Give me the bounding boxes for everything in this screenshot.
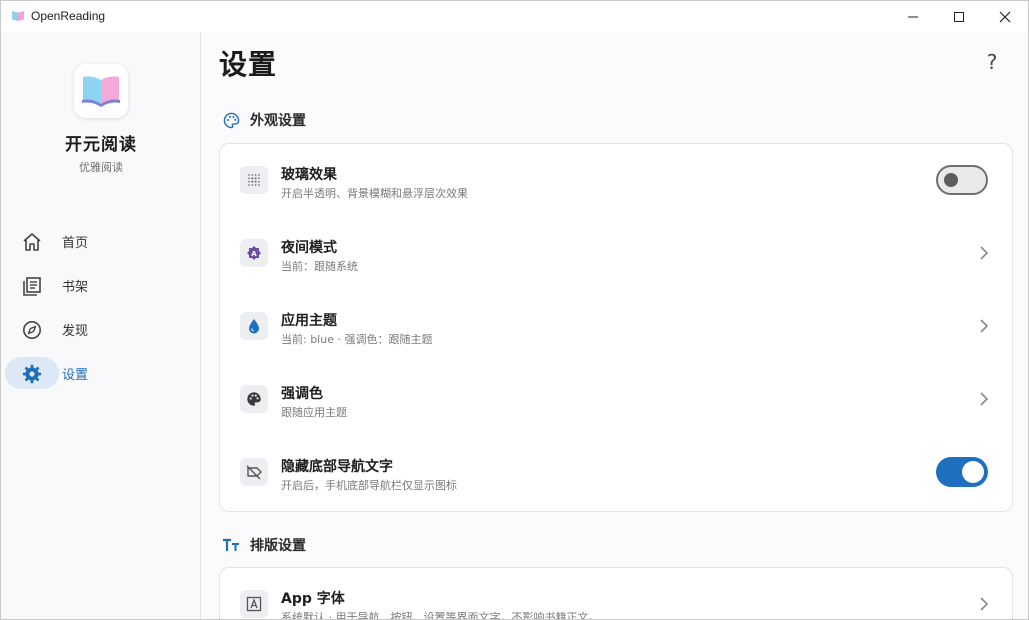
- close-icon: [999, 11, 1011, 22]
- sidebar-item-settings[interactable]: 设置: [1, 351, 201, 395]
- chevron-right-icon: [980, 392, 989, 406]
- typography-settings-card: App 字体 系统默认 · 用于导航、按钮、设置等界面文字，不影响书籍正文。: [219, 567, 1013, 620]
- section-appearance-header: 外观设置: [222, 109, 306, 131]
- bookshelf-icon: [21, 275, 43, 297]
- window-title: OpenReading: [31, 9, 106, 23]
- chevron-right-icon: [980, 319, 989, 333]
- chevron-right-icon: [980, 597, 989, 611]
- section-title: 外观设置: [250, 113, 306, 129]
- toggle-knob: [944, 173, 958, 187]
- app-book-icon: [12, 11, 24, 21]
- setting-title: 强调色: [281, 386, 323, 402]
- label-off-icon: [240, 458, 268, 486]
- toggle-knob: [962, 461, 984, 483]
- sidebar-item-bookshelf[interactable]: 书架: [1, 263, 201, 307]
- help-button[interactable]: ?: [980, 50, 1004, 74]
- app-logo: [74, 64, 128, 118]
- setting-title: App 字体: [281, 591, 345, 607]
- setting-description: 当前: blue · 强调色：跟随主题: [281, 333, 433, 346]
- hide-nav-labels-toggle[interactable]: [936, 457, 988, 487]
- gear-icon: [21, 363, 43, 385]
- setting-row-accent-color[interactable]: 强调色 跟随应用主题: [220, 363, 1012, 436]
- palette-icon: [240, 385, 268, 413]
- home-icon: [21, 231, 43, 253]
- blur-grid-icon: [240, 166, 268, 194]
- setting-row-hide-nav-labels[interactable]: 隐藏底部导航文字 开启后，手机底部导航栏仅显示图标: [220, 436, 1012, 509]
- page-title: 设置: [219, 48, 278, 81]
- sidebar-item-label: 首页: [62, 235, 89, 251]
- setting-description: 当前：跟随系统: [281, 260, 358, 273]
- close-button[interactable]: [982, 1, 1028, 32]
- compass-icon: [21, 319, 43, 341]
- setting-title: 隐藏底部导航文字: [281, 459, 393, 475]
- setting-description: 跟随应用主题: [281, 406, 347, 419]
- title-bar: OpenReading: [1, 1, 1028, 32]
- section-title: 排版设置: [250, 538, 306, 554]
- setting-row-night-mode[interactable]: A 夜间模式 当前：跟随系统: [220, 217, 1012, 290]
- sidebar-item-discover[interactable]: 发现: [1, 307, 201, 351]
- setting-description: 系统默认 · 用于导航、按钮、设置等界面文字，不影响书籍正文。: [281, 611, 600, 620]
- minimize-icon: [908, 16, 918, 17]
- sidebar-item-home[interactable]: 首页: [1, 219, 201, 263]
- svg-text:A: A: [251, 250, 257, 258]
- maximize-icon: [954, 11, 964, 22]
- maximize-button[interactable]: [936, 1, 982, 32]
- setting-title: 应用主题: [281, 313, 337, 329]
- sidebar-item-label: 发现: [62, 323, 89, 339]
- appearance-settings-card: 玻璃效果 开启半透明、背景模糊和悬浮层次效果 A 夜间模式 当前：跟随系统 应用…: [219, 143, 1013, 512]
- night-mode-icon: A: [240, 239, 268, 267]
- sidebar-item-label: 书架: [62, 279, 89, 295]
- brand-subtitle: 优雅阅读: [79, 161, 123, 174]
- text-size-icon: [222, 536, 240, 554]
- brand-name: 开元阅读: [65, 135, 137, 155]
- sidebar: 开元阅读 优雅阅读 首页 书架 发现 设置: [1, 32, 201, 619]
- setting-row-glass-effect[interactable]: 玻璃效果 开启半透明、背景模糊和悬浮层次效果: [220, 144, 1012, 217]
- palette-icon: [222, 111, 240, 129]
- sidebar-nav: 首页 书架 发现 设置: [1, 219, 201, 395]
- chevron-right-icon: [980, 246, 989, 260]
- setting-title: 玻璃效果: [281, 167, 337, 183]
- setting-title: 夜间模式: [281, 240, 337, 256]
- section-typography-header: 排版设置: [222, 534, 306, 556]
- setting-row-app-font[interactable]: App 字体 系统默认 · 用于导航、按钮、设置等界面文字，不影响书籍正文。: [220, 568, 1012, 620]
- sidebar-item-label: 设置: [62, 367, 89, 383]
- book-logo-icon: [82, 76, 120, 107]
- app-window: OpenReading 开元阅读 优雅阅读 首页 书架 发现 设置 设置 ? 外…: [0, 0, 1029, 620]
- setting-description: 开启半透明、背景模糊和悬浮层次效果: [281, 187, 468, 200]
- setting-row-app-theme[interactable]: 应用主题 当前: blue · 强调色：跟随主题: [220, 290, 1012, 363]
- water-drop-icon: [240, 312, 268, 340]
- minimize-button[interactable]: [890, 1, 936, 32]
- glass-effect-toggle[interactable]: [936, 165, 988, 195]
- main-content: 设置 ? 外观设置 玻璃效果 开启半透明、背景模糊和悬浮层次效果 A 夜间模式 …: [202, 32, 1028, 620]
- font-icon: [240, 590, 268, 618]
- setting-description: 开启后，手机底部导航栏仅显示图标: [281, 479, 457, 492]
